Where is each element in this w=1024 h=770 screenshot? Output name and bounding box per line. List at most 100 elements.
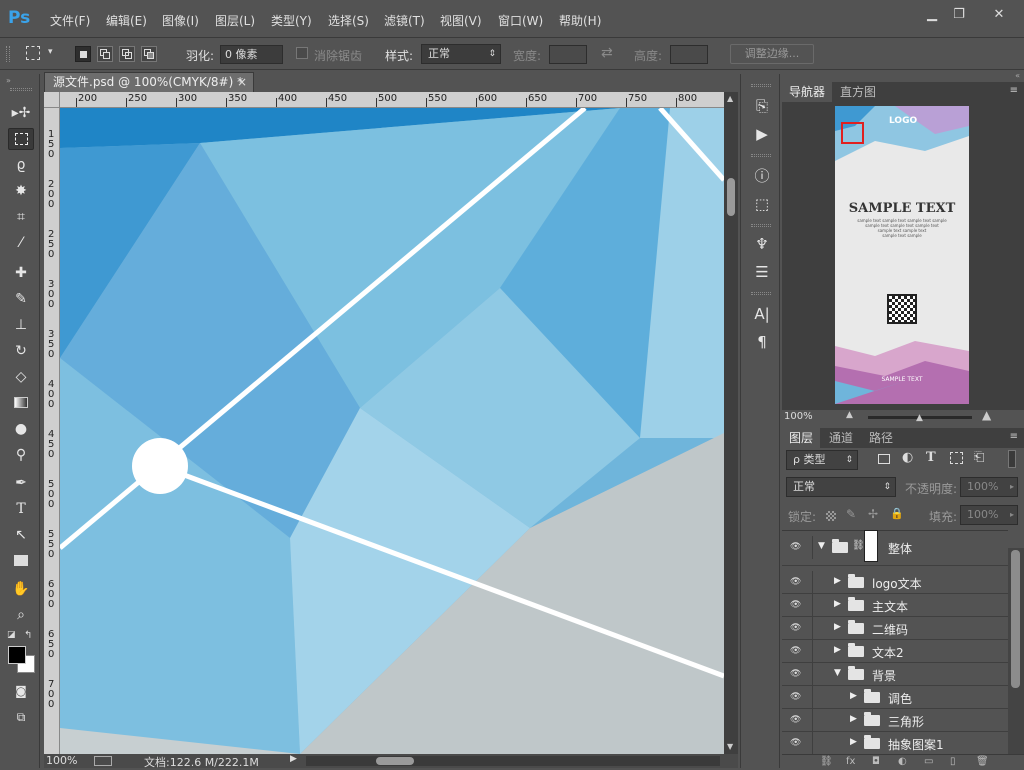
adjustment-layer-icon[interactable]: ◐ — [898, 755, 907, 769]
opacity-input[interactable]: 100% ▸ — [960, 477, 1018, 497]
rectangle-tool-icon[interactable] — [8, 550, 34, 572]
lock-all-icon[interactable]: 🔒 — [890, 507, 904, 520]
visibility-eye-icon[interactable]: 👁 — [790, 600, 802, 610]
expand-arrow-icon[interactable]: ▶ — [850, 691, 857, 701]
lasso-tool-icon[interactable]: ϱ — [8, 154, 34, 176]
menu-layer[interactable]: 图层(L) — [215, 12, 255, 29]
add-mask-icon[interactable]: ◘ — [872, 755, 880, 769]
layer-row[interactable]: 👁 ▶ 主文本 — [782, 594, 1008, 617]
navigator-menu-icon[interactable]: ≡ — [1010, 85, 1018, 96]
clone-stamp-tool-icon[interactable]: ⊥ — [8, 314, 34, 336]
mask-link-icon[interactable]: ⛓ — [852, 540, 865, 551]
expand-arrow-icon[interactable]: ▶ — [850, 714, 857, 724]
zoom-tool-icon[interactable]: ⌕ — [8, 604, 34, 626]
tab-histogram[interactable]: 直方图 — [833, 82, 883, 102]
expand-arrow-icon[interactable]: ▶ — [850, 737, 857, 747]
brush-presets-icon[interactable]: ♆ — [750, 234, 774, 254]
layer-row[interactable]: 👁 ▼ ⛓ 整体 — [782, 530, 1008, 566]
history-brush-tool-icon[interactable]: ↻ — [8, 340, 34, 362]
status-preview-icon[interactable] — [94, 756, 112, 766]
eraser-tool-icon[interactable]: ◇ — [8, 366, 34, 388]
expand-arrow-icon[interactable]: ▶ — [834, 576, 841, 586]
zoom-in-icon[interactable]: ▲ — [982, 408, 991, 422]
zoom-level[interactable]: 100% — [46, 754, 77, 767]
tab-paths[interactable]: 路径 — [862, 428, 900, 448]
layer-row[interactable]: 👁 ▶ 抽象图案1 — [782, 732, 1008, 755]
layer-row[interactable]: 👁 ▶ 二维码 — [782, 617, 1008, 640]
document-vertical-scrollbar[interactable]: ▲ ▼ — [724, 92, 738, 754]
visibility-eye-icon[interactable]: 👁 — [790, 623, 802, 633]
style-select[interactable]: 正常 ⇕ — [421, 44, 501, 64]
menu-file[interactable]: 文件(F) — [50, 12, 90, 29]
expand-arrow-icon[interactable]: ▶ — [834, 645, 841, 655]
type-filter-icon[interactable]: T — [926, 450, 936, 465]
path-selection-tool-icon[interactable]: ↖ — [8, 524, 34, 546]
fill-input[interactable]: 100% ▸ — [960, 505, 1018, 525]
chevron-down-icon[interactable]: ▾ — [48, 47, 53, 57]
horizontal-scrollbar[interactable] — [306, 756, 720, 766]
healing-brush-tool-icon[interactable]: ✚ — [8, 262, 34, 284]
layers-menu-icon[interactable]: ≡ — [1010, 431, 1018, 442]
filter-toggle[interactable] — [1008, 450, 1016, 468]
close-window-button[interactable]: ✕ — [982, 6, 1016, 24]
minimize-button[interactable]: ▁ — [917, 6, 947, 24]
layers-scroll-thumb[interactable] — [1011, 550, 1020, 688]
new-group-icon[interactable]: ▭ — [924, 755, 933, 769]
actions-panel-icon[interactable]: ▶ — [750, 124, 774, 144]
layer-row[interactable]: 👁 ▶ 调色 — [782, 686, 1008, 709]
scroll-down-icon[interactable]: ▼ — [727, 742, 733, 751]
rect-marquee-tool-icon[interactable] — [8, 128, 34, 150]
menu-edit[interactable]: 编辑(E) — [106, 12, 147, 29]
tab-channels[interactable]: 通道 — [822, 428, 860, 448]
ruler-origin[interactable] — [44, 92, 60, 108]
visibility-eye-icon[interactable]: 👁 — [790, 646, 802, 656]
zoom-slider-thumb[interactable]: ▲ — [916, 413, 923, 423]
smart-object-filter-icon[interactable]: ⎗ — [974, 450, 984, 465]
lock-pixels-icon[interactable]: ✎ — [846, 507, 856, 521]
swap-icon[interactable]: ⇄ — [601, 45, 613, 61]
menu-filter[interactable]: 滤镜(T) — [384, 12, 425, 29]
marquee-tool-preset-icon[interactable] — [26, 46, 40, 60]
menu-view[interactable]: 视图(V) — [440, 12, 482, 29]
lock-position-icon[interactable]: ✢ — [868, 507, 878, 521]
tab-layers[interactable]: 图层 — [782, 428, 821, 448]
layer-filter-select[interactable]: ρ 类型 ⇕ — [786, 450, 858, 470]
document-tab[interactable]: 源文件.psd @ 100%(CMYK/8#) * × — [44, 72, 254, 92]
visibility-eye-icon[interactable]: 👁 — [790, 542, 802, 552]
screen-mode-icon[interactable]: ⧉ — [8, 706, 34, 728]
type-tool-icon[interactable]: T — [8, 498, 34, 520]
gradient-tool-icon[interactable] — [8, 392, 34, 414]
scroll-up-icon[interactable]: ▲ — [727, 94, 733, 103]
visibility-eye-icon[interactable]: 👁 — [790, 577, 802, 587]
default-colors-icon[interactable]: ◪ — [7, 630, 16, 640]
visibility-eye-icon[interactable]: 👁 — [790, 738, 802, 748]
layer-row[interactable]: 👁 ▼ 背景 — [782, 663, 1008, 686]
document-canvas[interactable] — [60, 108, 724, 754]
collapse-icon[interactable]: » — [6, 76, 11, 85]
hand-tool-icon[interactable]: ✋ — [8, 578, 34, 600]
tab-navigator[interactable]: 导航器 — [782, 82, 833, 102]
shape-filter-icon[interactable] — [950, 452, 963, 464]
intersect-selection-icon[interactable] — [141, 46, 157, 62]
add-to-selection-icon[interactable] — [97, 46, 113, 62]
adjustment-filter-icon[interactable]: ◐ — [902, 450, 913, 465]
move-tool-icon[interactable]: ▸✢ — [8, 102, 34, 124]
subtract-from-selection-icon[interactable] — [119, 46, 135, 62]
info-panel-icon[interactable]: ⓘ — [750, 166, 774, 186]
menu-image[interactable]: 图像(I) — [162, 12, 199, 29]
lock-transparency-icon[interactable] — [826, 511, 836, 521]
menu-help[interactable]: 帮助(H) — [559, 12, 601, 29]
restore-button[interactable]: ❐ — [944, 6, 974, 24]
menu-window[interactable]: 窗口(W) — [498, 12, 543, 29]
quick-mask-icon[interactable]: ◙ — [8, 680, 34, 702]
vertical-ruler[interactable]: 150200250300350400450500550600650700 — [44, 108, 60, 754]
layer-row[interactable]: 👁 ▶ 三角形 — [782, 709, 1008, 732]
new-selection-icon[interactable] — [75, 46, 91, 62]
antialias-checkbox[interactable] — [296, 47, 308, 59]
magic-wand-tool-icon[interactable]: ✸ — [8, 180, 34, 202]
pen-tool-icon[interactable]: ✒ — [8, 472, 34, 494]
visibility-eye-icon[interactable]: 👁 — [790, 715, 802, 725]
expand-arrow-icon[interactable]: ▶ — [834, 599, 841, 609]
adjustments-icon[interactable]: ☰ — [750, 262, 774, 282]
eyedropper-tool-icon[interactable]: ⁄ — [8, 232, 34, 254]
